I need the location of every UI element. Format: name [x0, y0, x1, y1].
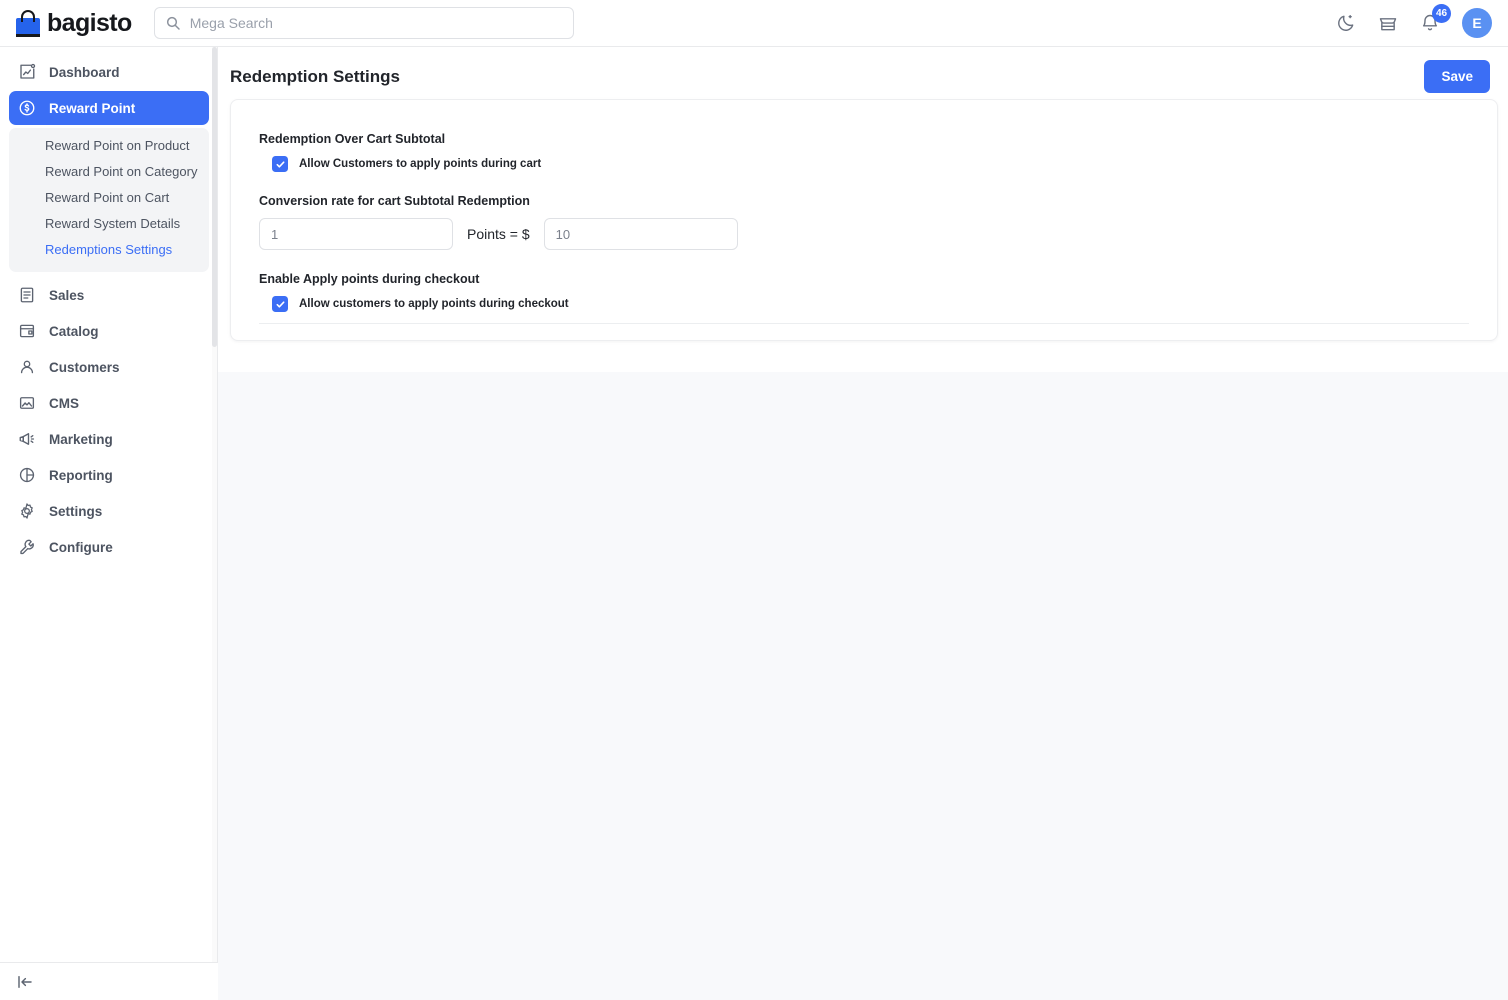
sidebar-submenu-reward-point: Reward Point on Product Reward Point on …: [9, 128, 209, 272]
sidebar-item-settings[interactable]: Settings: [9, 494, 209, 528]
sidebar-footer: [0, 962, 218, 1000]
allow-points-during-cart-checkbox[interactable]: [272, 156, 288, 172]
megaphone-icon: [17, 429, 37, 449]
page-title: Redemption Settings: [230, 66, 401, 86]
header-actions: 46 E: [1336, 4, 1492, 38]
sidebar-item-reporting[interactable]: Reporting: [9, 458, 209, 492]
page-header: Redemption Settings Save: [230, 60, 1490, 93]
mega-search-box[interactable]: [153, 7, 574, 39]
sidebar-item-cms[interactable]: CMS: [9, 386, 209, 420]
collapse-sidebar-icon[interactable]: [16, 973, 34, 991]
sidebar-item-reward-point[interactable]: Reward Point: [9, 91, 209, 125]
redemption-settings-card: Redemption Over Cart Subtotal Allow Cust…: [230, 99, 1498, 341]
gear-icon: [17, 501, 37, 521]
save-button[interactable]: Save: [1424, 60, 1490, 93]
sidebar-item-sales[interactable]: Sales: [9, 278, 209, 312]
store-icon[interactable]: [1378, 13, 1398, 33]
checkout-label: Enable Apply points during checkout: [259, 272, 480, 286]
sidebar-item-label: Catalog: [49, 323, 99, 339]
sidebar-item-marketing[interactable]: Marketing: [9, 422, 209, 456]
wrench-icon: [17, 537, 37, 557]
sidebar-item-catalog[interactable]: Catalog: [9, 314, 209, 348]
sidebar-item-label: Reward Point: [49, 100, 136, 116]
bell-icon[interactable]: 46: [1420, 4, 1451, 33]
dashboard-chart-icon: [17, 62, 37, 82]
main-content: Redemption Settings Save Redemption Over…: [218, 47, 1508, 1000]
avatar[interactable]: E: [1462, 8, 1492, 38]
sidebar-item-configure[interactable]: Configure: [9, 530, 209, 564]
sidebar-item-label: Dashboard: [49, 64, 120, 80]
allow-points-during-checkout-label: Allow customers to apply points during c…: [299, 298, 569, 310]
sidebar-subitem-reward-system-details[interactable]: Reward System Details: [9, 211, 209, 237]
app-root: bagisto Mega Search 46 E Dashboard Rewar…: [0, 0, 1508, 1000]
moon-icon[interactable]: [1336, 13, 1356, 33]
search-icon: [165, 15, 181, 31]
sidebar-item-label: Sales: [49, 287, 85, 303]
image-icon: [17, 393, 37, 413]
sidebar-subitem-reward-point-on-category[interactable]: Reward Point on Category: [9, 159, 209, 185]
conversion-rate-row: Points = $: [259, 218, 1497, 250]
points-input[interactable]: [259, 218, 453, 250]
allow-points-during-cart-label: Allow Customers to apply points during c…: [299, 158, 542, 170]
field-group-cart-subtotal: Redemption Over Cart Subtotal Allow Cust…: [259, 132, 1497, 172]
sidebar-item-label: Reporting: [49, 467, 113, 483]
amount-input[interactable]: [543, 218, 738, 250]
sidebar-scroll-area: Dashboard Reward Point Reward Point on P…: [0, 47, 218, 962]
document-lines-icon: [17, 285, 37, 305]
cart-subtotal-label: Redemption Over Cart Subtotal: [259, 132, 446, 146]
sidebar-item-label: CMS: [49, 395, 79, 411]
cart-subtotal-checkbox-row[interactable]: Allow Customers to apply points during c…: [272, 156, 1497, 172]
sidebar-item-label: Customers: [49, 359, 120, 375]
search-input[interactable]: [187, 8, 573, 38]
top-header: bagisto Mega Search 46 E: [0, 0, 1508, 47]
sidebar-item-label: Marketing: [49, 431, 113, 447]
sidebar-item-label: Configure: [49, 539, 113, 555]
sidebar: Dashboard Reward Point Reward Point on P…: [0, 47, 218, 1000]
sidebar-subitem-reward-point-on-product[interactable]: Reward Point on Product: [9, 133, 209, 159]
sidebar-subitem-redemptions-settings[interactable]: Redemptions Settings: [9, 237, 209, 263]
allow-points-during-checkout-checkbox[interactable]: [272, 296, 288, 312]
conversion-rate-label: Conversion rate for cart Subtotal Redemp…: [259, 194, 530, 208]
sidebar-item-customers[interactable]: Customers: [9, 350, 209, 384]
brand-name: bagisto: [47, 8, 132, 37]
brand-logo[interactable]: bagisto: [16, 9, 132, 38]
checkout-checkbox-row[interactable]: Allow customers to apply points during c…: [272, 296, 1497, 312]
person-icon: [17, 357, 37, 377]
sidebar-subitem-reward-point-on-cart[interactable]: Reward Point on Cart: [9, 185, 209, 211]
sidebar-item-dashboard[interactable]: Dashboard: [9, 55, 209, 89]
pie-chart-icon: [17, 465, 37, 485]
sidebar-item-label: Settings: [49, 503, 103, 519]
points-equals-dollar-label: Points = $: [467, 226, 530, 242]
card-divider: [259, 323, 1469, 324]
sidebar-scrollbar-thumb[interactable]: [212, 47, 217, 347]
notification-badge: 46: [1432, 4, 1451, 23]
shopping-bag-icon: [16, 9, 40, 37]
field-group-conversion-rate: Conversion rate for cart Subtotal Redemp…: [259, 194, 1497, 250]
reward-coin-icon: [17, 98, 37, 118]
sidebar-scrollbar[interactable]: [212, 47, 217, 962]
catalog-window-icon: [17, 321, 37, 341]
field-group-checkout: Enable Apply points during checkout Allo…: [259, 272, 1497, 312]
